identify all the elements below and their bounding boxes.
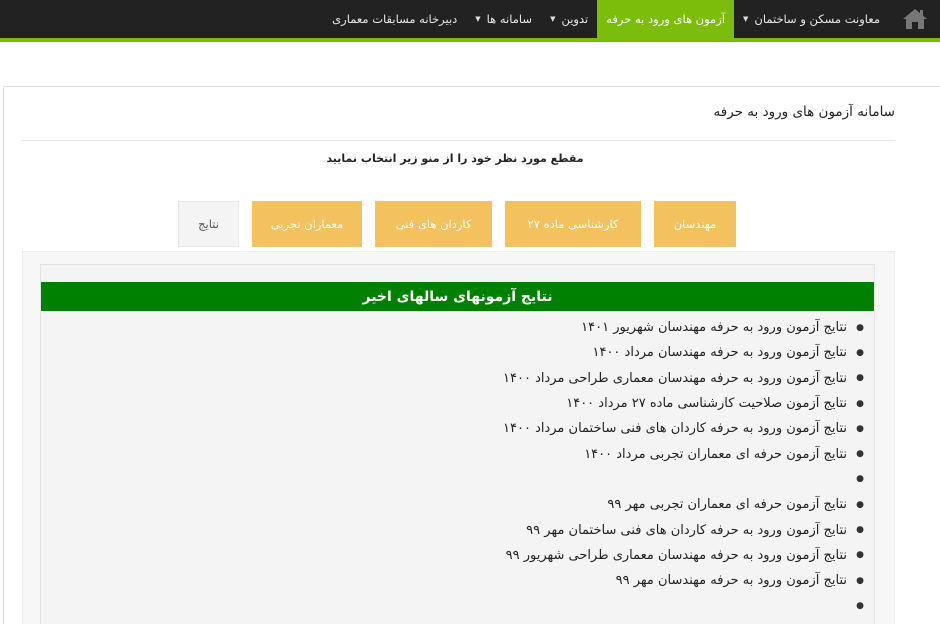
tab-label: نتایج [198,217,219,231]
caret-down-icon: ▼ [475,15,481,23]
tab-experienced-architects[interactable]: معماران تجربی [252,201,362,247]
result-link[interactable]: نتایج آزمون ورود به حرفه مهندسان معماری … [503,371,847,386]
bullet-icon: ● [856,449,864,460]
bullet-icon: ● [856,550,864,561]
nav-item-label: سامانه ها [486,12,533,26]
bullet-icon: ● [856,322,864,333]
tab-label: مهندسان [673,217,717,231]
result-link[interactable]: نتایج آزمون حرفه ای معماران تجربی مهر ۹۹ [607,497,847,512]
result-link[interactable]: نتایج آزمون ورود به حرفه مهندسان شهریور … [581,320,847,335]
nav-item-label: معاونت مسکن و ساختمان [754,12,880,26]
list-item: ● [41,593,874,618]
result-link[interactable]: نتایج آزمون ورود به حرفه کاردان های فنی … [526,523,847,538]
title-divider [22,140,895,141]
tab-label: کارشناسی ماده ۲۷ [527,217,619,231]
nav-item-codification[interactable]: تدوین ▼ [541,0,597,38]
home-icon [902,9,927,29]
list-item[interactable]: ● نتایج آزمون ورود به حرفه مهندسان مرداد … [41,340,874,365]
list-item: ● [41,467,874,492]
list-item[interactable]: ● نتایج آزمون ورود به حرفه مهندسان شهریور… [41,315,874,340]
list-item[interactable]: ● نتایج آزمون ورود به حرفه مهندسان معماری… [41,366,874,391]
top-navbar: معاونت مسکن و ساختمان ▼ آزمون های ورود ب… [0,0,940,38]
nav-menu: معاونت مسکن و ساختمان ▼ آزمون های ورود ب… [323,0,889,38]
caret-down-icon: ▼ [742,15,749,23]
bullet-icon: ● [856,600,864,611]
bullet-icon: ● [856,398,864,409]
result-link[interactable]: نتایج آزمون صلاحیت کارشناسی ماده ۲۷ مردا… [566,396,847,411]
tab-results[interactable]: نتایج [178,201,239,247]
bullet-icon: ● [856,499,864,510]
result-link[interactable]: نتایج آزمون ورود به حرفه مهندسان مهر ۹۹ [616,573,847,588]
tab-label: معماران تجربی [270,217,344,231]
list-item[interactable]: ● نتایج آزمون ورود به حرفه کاردان های فنی… [41,517,874,542]
tab-technicians[interactable]: کاردان های فنی [375,201,492,247]
tab-engineers[interactable]: مهندسان [654,201,736,247]
caret-down-icon: ▼ [550,15,556,23]
results-list: ● نتایج آزمون ورود به حرفه مهندسان شهریور… [41,315,874,619]
nav-item-entrance-exams[interactable]: آزمون های ورود به حرفه [597,0,734,38]
tab-label: کاردان های فنی [395,217,472,231]
tab-article-27[interactable]: کارشناسی ماده ۲۷ [505,201,641,247]
page-title: سامانه آزمون های ورود به حرفه [713,104,895,120]
nav-accent-bar [0,38,940,42]
list-item[interactable]: ● نتایج آزمون ورود به حرفه مهندسان معماری… [41,543,874,568]
results-header: نتایج آزمونهای سالهای اخیر [41,282,874,311]
instruction-text: مقطع مورد نظر خود را از منو زیر انتخاب ن… [326,152,584,165]
nav-item-systems[interactable]: سامانه ها ▼ [466,0,541,38]
bullet-icon: ● [856,474,864,485]
list-item[interactable]: ● نتایج آزمون ورود به حرفه کاردان های فنی… [41,416,874,441]
result-link[interactable]: نتایج آزمون ورود به حرفه مهندسان مرداد ۱… [592,345,847,360]
list-item[interactable]: ● نتایج آزمون ورود به حرفه مهندسان مهر ۹۹ [41,568,874,593]
result-link[interactable]: نتایج آزمون ورود به حرفه کاردان های فنی … [503,421,847,436]
nav-item-label: تدوین [561,12,589,26]
bullet-icon: ● [856,347,864,358]
bullet-icon: ● [856,525,864,536]
result-link[interactable]: نتایج آزمون حرفه ای معماران تجربی مرداد … [584,447,847,462]
home-button[interactable] [889,0,940,38]
list-item[interactable]: ● نتایج آزمون صلاحیت کارشناسی ماده ۲۷ مرد… [41,391,874,416]
nav-item-architecture-competitions[interactable]: دبیرخانه مسابقات معماری [323,0,466,38]
bullet-icon: ● [856,575,864,586]
list-item[interactable]: ● نتایج آزمون حرفه ای معماران تجربی مهر ۹… [41,492,874,517]
list-item[interactable]: ● نتایج آزمون حرفه ای معماران تجربی مرداد… [41,441,874,466]
bullet-icon: ● [856,423,864,434]
bullet-icon: ● [856,373,864,384]
nav-item-label: آزمون های ورود به حرفه [606,12,725,26]
nav-item-housing-deputy[interactable]: معاونت مسکن و ساختمان ▼ [734,0,889,38]
result-link[interactable]: نتایج آزمون ورود به حرفه مهندسان معماری … [506,548,847,563]
nav-item-label: دبیرخانه مسابقات معماری [332,12,458,26]
